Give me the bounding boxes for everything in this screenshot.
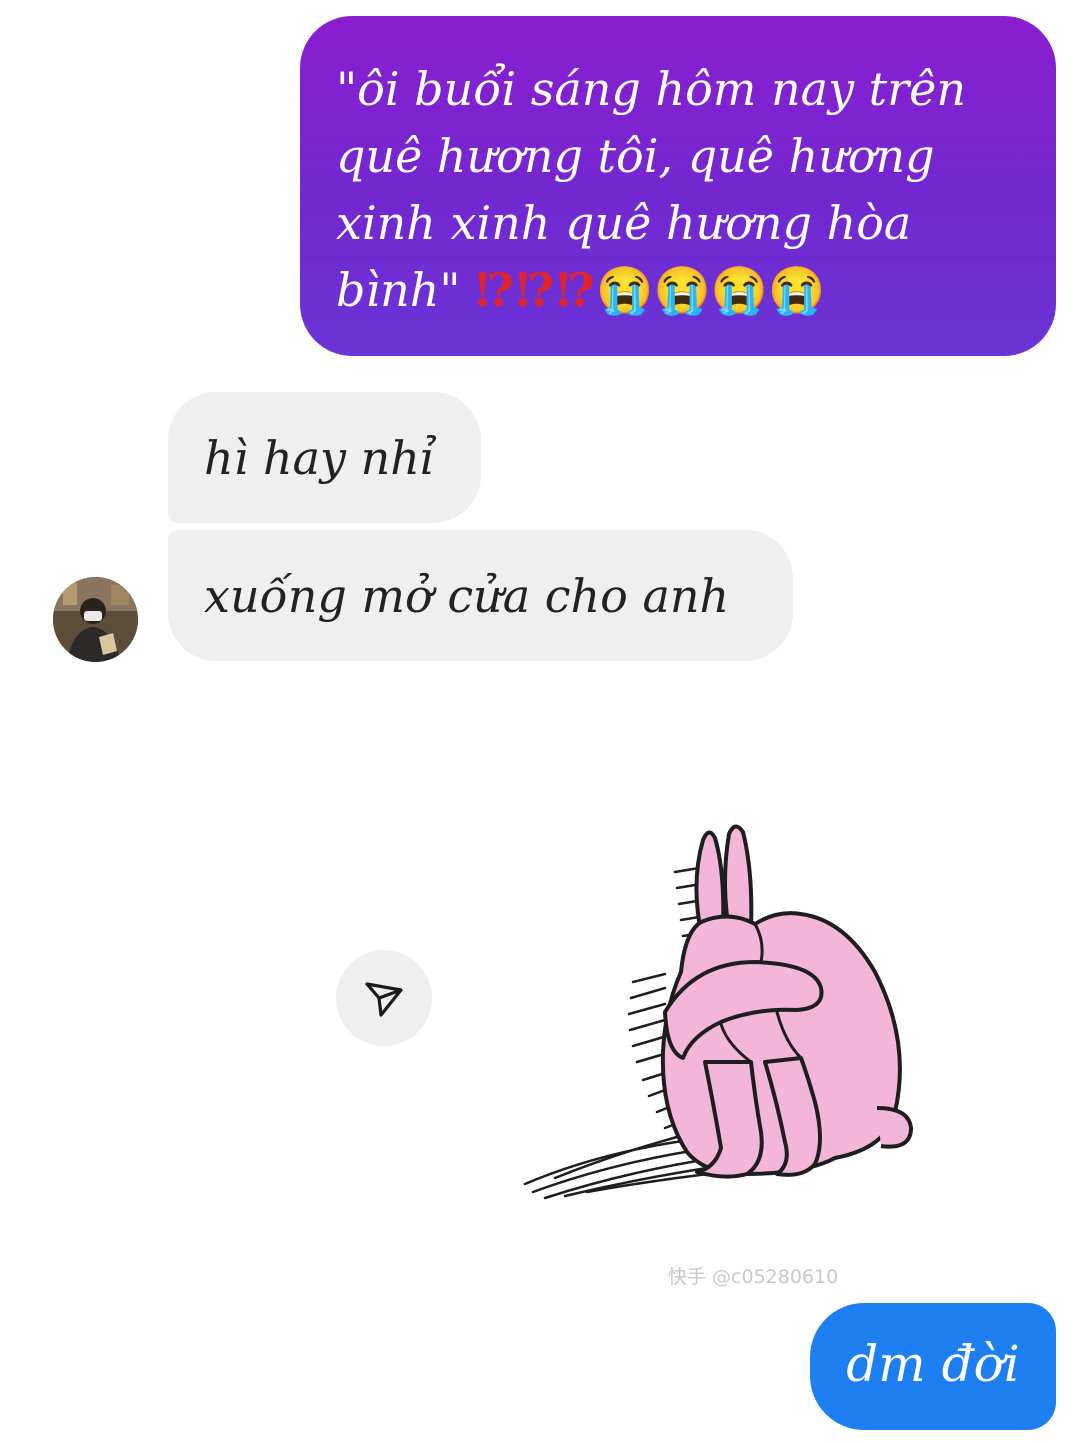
incoming-message-bubble[interactable]: xuống mở cửa cho anh	[168, 530, 793, 661]
send-icon	[365, 982, 403, 1017]
share-button[interactable]	[336, 950, 432, 1046]
chat-screen: "ôi buổi sáng hôm nay trên quê hương tôi…	[0, 0, 1080, 1443]
rabbit-sticker-image	[523, 824, 913, 1200]
outgoing-message-bubble[interactable]: "ôi buổi sáng hôm nay trên quê hương tôi…	[300, 16, 1056, 356]
avatar-photo	[53, 577, 138, 662]
crying-rabbit-sticker[interactable]	[515, 812, 925, 1202]
exclamation-question-marks: ⁉⁉⁉	[475, 263, 597, 317]
incoming-message-text: xuống mở cửa cho anh	[204, 568, 730, 623]
avatar[interactable]	[53, 577, 138, 662]
incoming-message-bubble[interactable]: hì hay nhỉ	[168, 392, 481, 523]
incoming-message-text: hì hay nhỉ	[204, 430, 435, 485]
crying-emoji-group: 😭😭😭😭	[596, 263, 826, 317]
outgoing-message-bubble[interactable]: dm đời	[810, 1303, 1056, 1430]
watermark: 快手 @c05280610	[668, 1266, 839, 1288]
outgoing-message-text: dm đời	[846, 1334, 1020, 1393]
